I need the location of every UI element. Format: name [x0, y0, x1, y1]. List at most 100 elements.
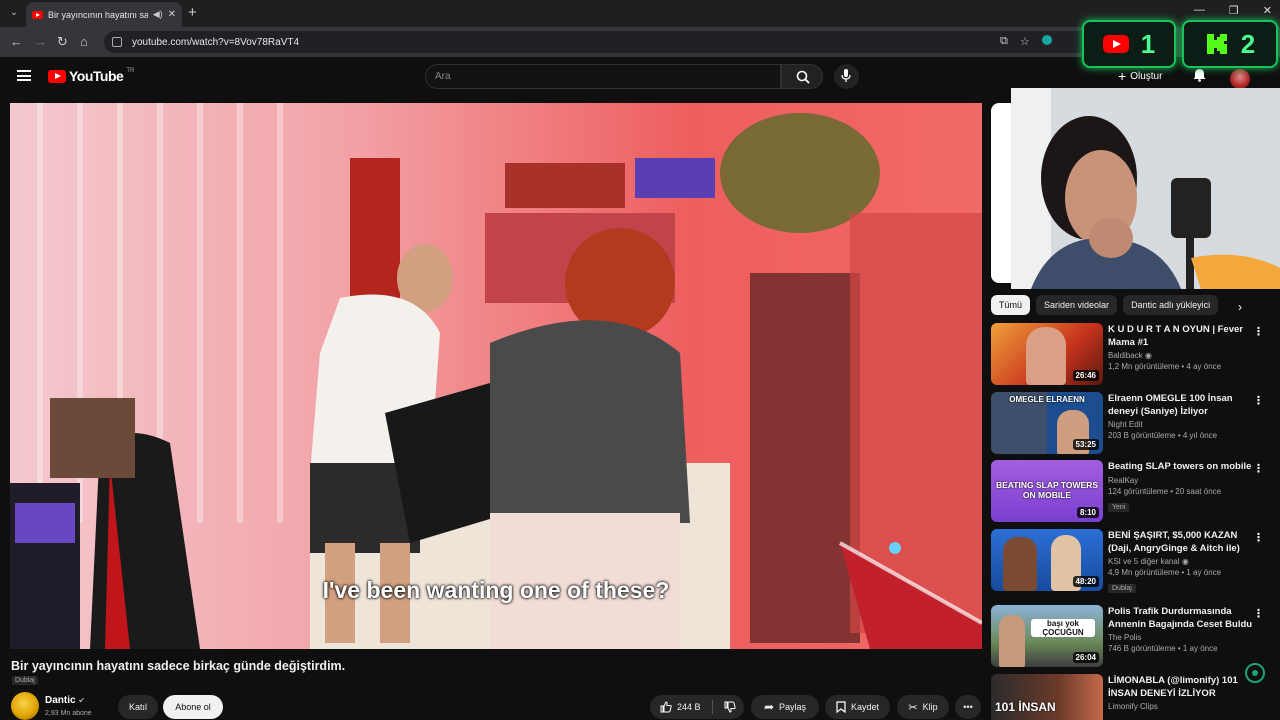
youtube-score: 1 [1140, 28, 1156, 59]
home-icon[interactable]: ⌂ [80, 34, 88, 50]
logo-text: YouTube [69, 68, 124, 84]
recommendation-stats: 203 B görüntüleme • 4 yıl önce [1108, 431, 1218, 440]
more-vertical-icon[interactable]: ⋮ [1253, 394, 1264, 407]
window-controls: — ❐ ✕ [1194, 4, 1272, 17]
menu-icon[interactable] [17, 70, 31, 81]
reload-icon[interactable]: ↻ [57, 34, 68, 50]
create-button[interactable]: + Oluştur [1118, 68, 1162, 84]
kick-score: 2 [1240, 28, 1256, 59]
like-button[interactable]: 244 B [660, 701, 701, 713]
recommendation-channel: Baldiback [1108, 351, 1143, 360]
ad-panel[interactable] [991, 103, 1011, 283]
more-vertical-icon[interactable]: ⋮ [1253, 462, 1264, 475]
tab-title: Bir yayıncının hayatını sadece [48, 9, 148, 20]
recommendation-item[interactable]: OMEGLE ELRAENN 53:25 Elraenn OMEGLE 100 … [991, 392, 1273, 456]
voice-search-button[interactable] [834, 64, 859, 89]
thumbs-down-icon[interactable] [724, 701, 736, 713]
new-tab-icon[interactable]: + [188, 4, 197, 22]
like-dislike-group: 244 B [650, 695, 744, 719]
recommendation-item[interactable]: 26:46 K U D U R T A N OYUN | Fever Mama … [991, 323, 1273, 387]
subscribe-button[interactable]: Abone ol [163, 695, 223, 719]
more-vertical-icon[interactable]: ⋮ [1253, 607, 1264, 620]
maximize-icon[interactable]: ❐ [1229, 4, 1239, 17]
youtube-icon [1102, 35, 1129, 53]
save-label: Kaydet [850, 702, 880, 712]
video-duration: 48:20 [1072, 576, 1099, 587]
share-label: Paylaş [779, 702, 807, 712]
scissors-icon: ✂ [908, 701, 918, 714]
recommendation-title: Elraenn OMEGLE 100 İnsan deneyi (Saniye)… [1108, 393, 1233, 417]
extension-icon[interactable] [1041, 35, 1052, 45]
more-horizontal-icon: ••• [963, 702, 973, 712]
filter-chips: Tümü Sariden videolar Dantic adlı yükley… [991, 295, 1219, 315]
url-field[interactable]: youtube.com/watch?v=8Vov78RaVT4 [104, 31, 1104, 53]
close-window-icon[interactable]: ✕ [1263, 4, 1272, 17]
video-thumbnail[interactable]: BEATING SLAP TOWERS ON MOBILE 8:10 [991, 460, 1103, 522]
video-duration: 26:46 [1072, 370, 1099, 381]
recommendation-item[interactable]: 101 İNSAN LİMONABLA (@limonify) 101 İNSA… [991, 674, 1273, 720]
recommendation-item[interactable]: 48:20 BENİ ŞAŞIRT, $5,000 KAZAN (Daji, A… [991, 529, 1273, 593]
recommendation-item[interactable]: başı yok ÇOCUĞUN 26:04 Polis Trafik Durd… [991, 605, 1273, 669]
chip-related[interactable]: Sariden videolar [1036, 295, 1118, 315]
subscriber-count: 2,93 Mn abone [45, 710, 92, 717]
speaker-icon[interactable]: ◀) [153, 9, 163, 20]
install-app-icon[interactable]: ⧉ [1000, 35, 1008, 48]
channel-name[interactable]: Dantic ✔ [45, 695, 85, 706]
share-icon: ➦ [763, 700, 775, 714]
recommendation-title: Polis Trafik Durdurmasında Annenin Bagaj… [1108, 606, 1253, 630]
assistant-icon[interactable] [1244, 662, 1266, 684]
video-subtitle: I've been wanting one of these? [322, 577, 670, 603]
minimize-icon[interactable]: — [1194, 4, 1205, 17]
thumbnail-face [999, 615, 1025, 667]
recommendation-channel: The Polis [1108, 633, 1142, 642]
recommendation-stats: 124 görüntüleme • 20 saat önce [1108, 486, 1222, 496]
save-button[interactable]: Kaydet [825, 695, 890, 719]
kick-logo-icon [1206, 34, 1227, 54]
recommendation-item[interactable]: BEATING SLAP TOWERS ON MOBILE 8:10 Beati… [991, 460, 1273, 524]
chip-uploader[interactable]: Dantic adlı yükleyici [1123, 295, 1219, 315]
browser-tab[interactable]: Bir yayıncının hayatını sadece ◀) ✕ [26, 2, 182, 27]
video-thumbnail[interactable]: OMEGLE ELRAENN 53:25 [991, 392, 1103, 454]
site-info-icon[interactable] [112, 37, 122, 47]
new-badge: Yeni [1108, 502, 1130, 512]
search-input[interactable]: Ara [425, 64, 781, 89]
search-icon [796, 70, 810, 84]
video-thumbnail[interactable]: başı yok ÇOCUĞUN 26:04 [991, 605, 1103, 667]
video-thumbnail[interactable]: 48:20 [991, 529, 1103, 591]
youtube-logo[interactable]: YouTube TR [48, 68, 134, 84]
kick-score-box: 2 [1182, 20, 1278, 68]
chevron-right-icon[interactable]: › [1238, 300, 1242, 314]
video-frame [10, 103, 982, 649]
close-tab-icon[interactable]: ✕ [168, 9, 176, 20]
notifications-button[interactable] [1193, 68, 1206, 87]
video-thumbnail[interactable]: 26:46 [991, 323, 1103, 385]
more-vertical-icon[interactable]: ⋮ [1253, 325, 1264, 338]
more-actions-button[interactable]: ••• [955, 695, 981, 719]
recommendation-channel: RealKay [1108, 475, 1139, 485]
thumbnail-face [1026, 327, 1066, 385]
channel-avatar[interactable] [11, 692, 39, 720]
video-player[interactable]: I've been wanting one of these? [10, 103, 982, 649]
video-thumbnail[interactable]: 101 İNSAN [991, 674, 1103, 720]
account-avatar[interactable] [1230, 69, 1250, 89]
share-button[interactable]: ➦ Paylaş [751, 695, 819, 719]
back-icon[interactable]: ← [10, 34, 23, 50]
recommendation-stats: 4,9 Mn görüntüleme • 1 ay önce [1108, 568, 1222, 577]
thumbnail-face [1003, 537, 1037, 591]
dubbed-badge: Dublaj [12, 676, 38, 685]
tab-search-icon[interactable]: ⌄ [6, 5, 22, 21]
chip-all[interactable]: Tümü [991, 295, 1031, 315]
search-button[interactable] [781, 64, 823, 89]
bookmark-icon [836, 701, 846, 713]
join-button[interactable]: Katıl [118, 695, 158, 719]
like-divider [711, 700, 713, 714]
video-title: Bir yayıncının hayatını sadece birkaç gü… [11, 659, 346, 673]
more-vertical-icon[interactable]: ⋮ [1253, 531, 1264, 544]
bookmark-star-icon[interactable]: ☆ [1020, 35, 1030, 48]
recommendation-title: Beating SLAP towers on mobile [1108, 461, 1252, 472]
forward-icon[interactable]: → [34, 34, 47, 50]
verified-icon: ✔ [78, 696, 86, 705]
video-duration: 53:25 [1072, 439, 1099, 450]
recommendation-stats: 746 B görüntüleme • 1 ay önce [1108, 644, 1218, 653]
clip-button[interactable]: ✂ Klip [897, 695, 949, 719]
